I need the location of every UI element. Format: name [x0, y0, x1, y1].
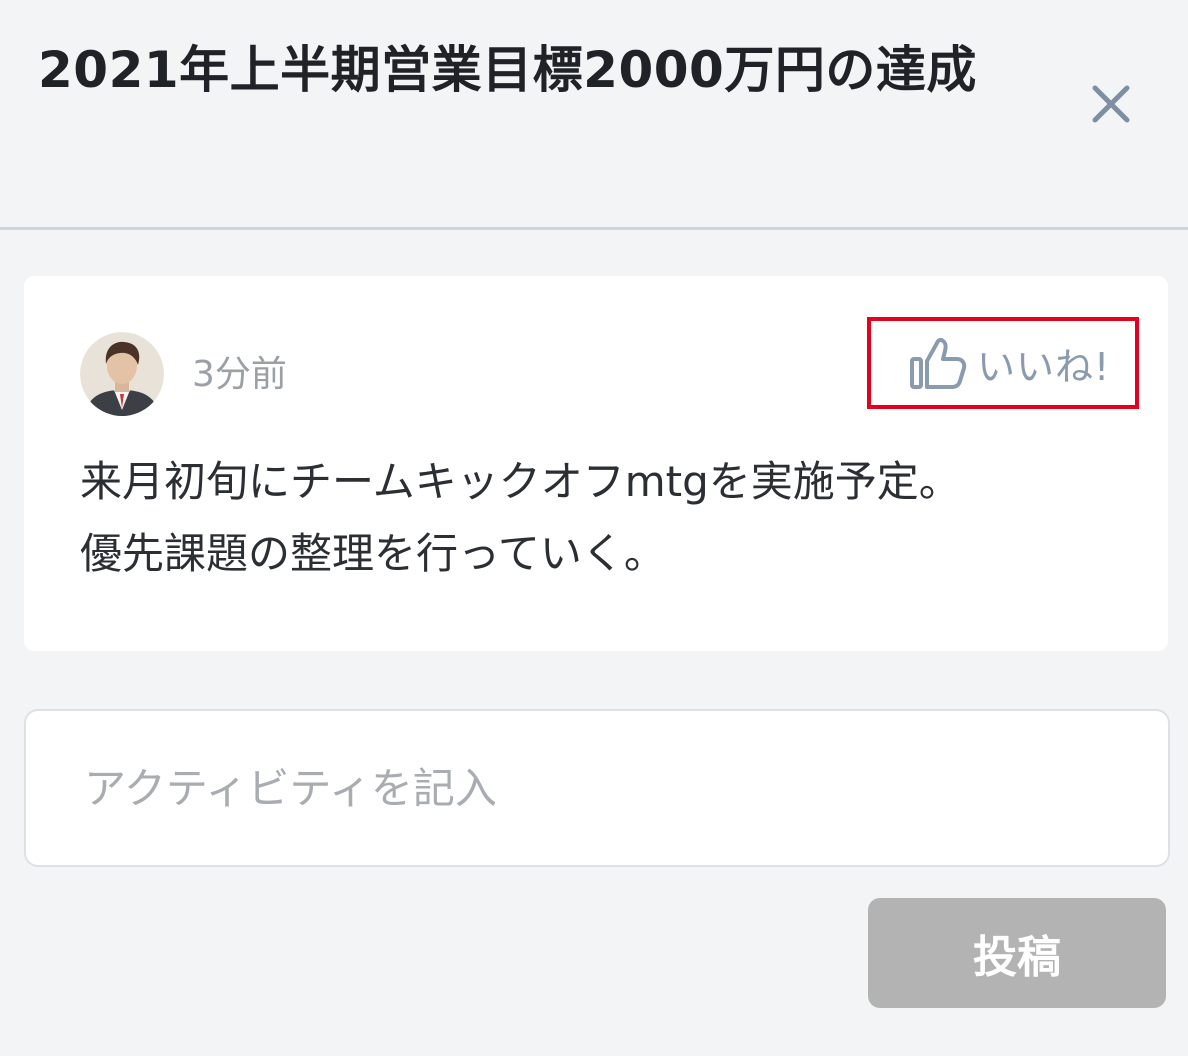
close-button[interactable]	[1085, 78, 1137, 130]
like-label: いいね!	[977, 344, 1111, 389]
comment-line: 優先課題の整理を行っていく。	[80, 529, 666, 578]
user-avatar-icon	[80, 332, 164, 416]
thumbs-up-icon	[910, 337, 967, 389]
close-icon	[1092, 85, 1130, 123]
avatar	[80, 332, 164, 416]
like-button[interactable]: いいね!	[867, 317, 1139, 409]
post-button[interactable]: 投稿	[868, 898, 1166, 1008]
comment-line: 来月初旬にチームキックオフmtgを実施予定。	[80, 457, 961, 506]
comment-body: 来月初旬にチームキックオフmtgを実施予定。 優先課題の整理を行っていく。	[80, 446, 1140, 590]
panel-header: 2021年上半期営業目標2000万円の達成	[0, 0, 1188, 230]
activity-input[interactable]	[24, 709, 1170, 867]
goal-title: 2021年上半期営業目標2000万円の達成	[38, 41, 977, 99]
post-timestamp: 3分前	[192, 354, 287, 395]
activity-card: 3分前 いいね! 来月初旬にチームキックオフmtgを実施予定。 優先課題の整理を…	[24, 276, 1168, 651]
activity-panel: 2021年上半期営業目標2000万円の達成 3分前 いいね! 来月初旬にチームキ…	[0, 0, 1188, 1056]
